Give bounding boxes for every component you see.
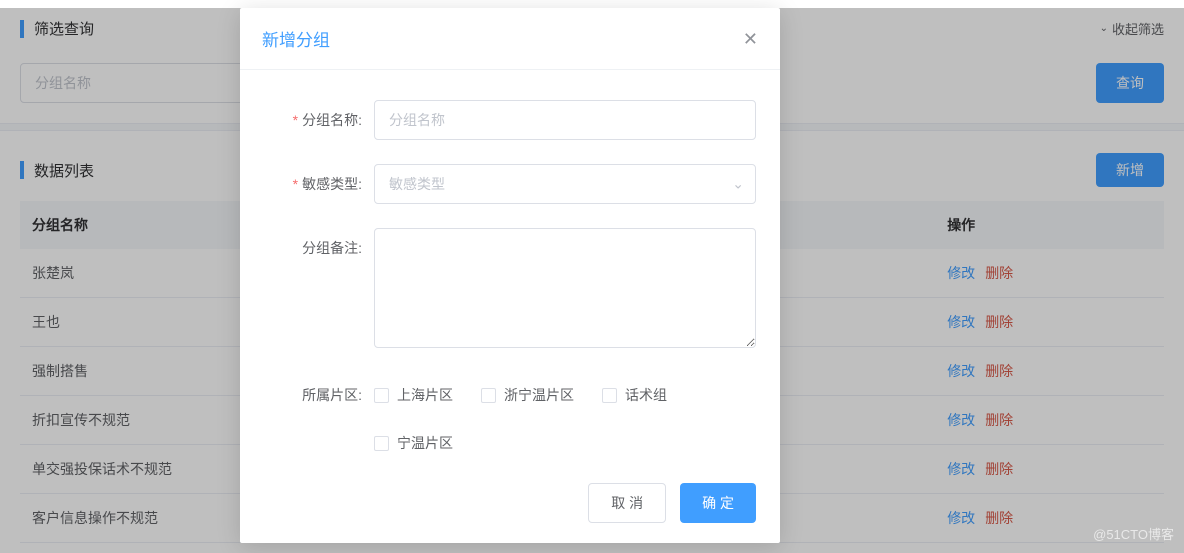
checkbox-icon xyxy=(602,388,617,403)
checkbox-icon xyxy=(374,388,389,403)
group-name-input[interactable] xyxy=(374,100,756,140)
row-district: 所属片区: 上海片区 浙宁温片区 话术组宁温片区 xyxy=(264,375,756,453)
checkbox-icon xyxy=(374,436,389,451)
district-label: 话术组 xyxy=(625,385,667,405)
district-option[interactable]: 宁温片区 xyxy=(374,433,453,453)
district-option[interactable]: 上海片区 xyxy=(374,385,453,405)
checkbox-icon xyxy=(481,388,496,403)
row-group-name: *分组名称: xyxy=(264,100,756,140)
district-label: 宁温片区 xyxy=(397,433,453,453)
confirm-button[interactable]: 确 定 xyxy=(680,483,756,523)
close-icon[interactable]: ✕ xyxy=(743,30,758,48)
row-remark: 分组备注: xyxy=(264,228,756,351)
add-group-dialog: 新增分组 ✕ *分组名称: *敏感类型: ⌄ 分组备注: 所属片区: xyxy=(240,8,780,543)
label-group-name: *分组名称: xyxy=(264,100,374,140)
dialog-title: 新增分组 xyxy=(262,26,330,51)
dialog-body: *分组名称: *敏感类型: ⌄ 分组备注: 所属片区: 上海片区 浙宁温片区 话术组… xyxy=(240,70,780,483)
district-option[interactable]: 话术组 xyxy=(602,385,667,405)
district-label: 浙宁温片区 xyxy=(504,385,574,405)
district-checkbox-group: 上海片区 浙宁温片区 话术组宁温片区 xyxy=(374,375,756,453)
dialog-header: 新增分组 ✕ xyxy=(240,8,780,70)
label-remark: 分组备注: xyxy=(264,228,374,268)
cancel-button[interactable]: 取 消 xyxy=(588,483,666,523)
district-label: 上海片区 xyxy=(397,385,453,405)
row-sensitive-type: *敏感类型: ⌄ xyxy=(264,164,756,204)
label-district: 所属片区: xyxy=(264,375,374,415)
remark-textarea[interactable] xyxy=(374,228,756,348)
dialog-footer: 取 消 确 定 xyxy=(240,483,780,523)
sensitive-type-input[interactable] xyxy=(374,164,756,204)
sensitive-type-select[interactable]: ⌄ xyxy=(374,164,756,204)
district-option[interactable]: 浙宁温片区 xyxy=(481,385,574,405)
label-sensitive-type: *敏感类型: xyxy=(264,164,374,204)
